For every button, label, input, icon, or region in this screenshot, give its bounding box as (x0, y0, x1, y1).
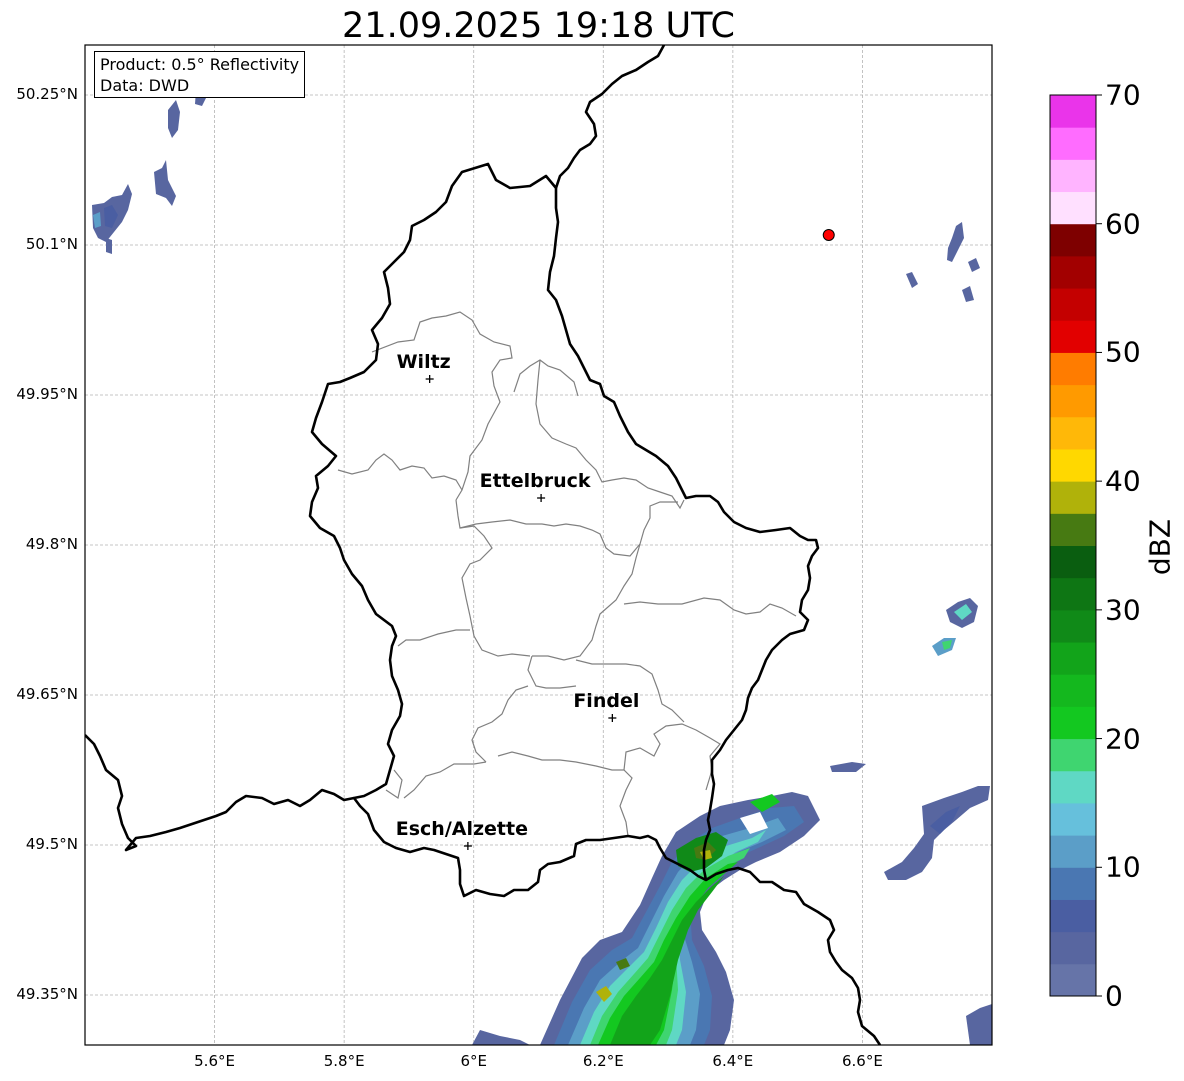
colorbar-ticks (1096, 94, 1102, 997)
colorbar (1050, 95, 1096, 997)
colorbar-tick-label: 50 (1105, 335, 1141, 369)
colorbar-segment (1050, 255, 1096, 289)
colorbar-segment (1050, 159, 1096, 193)
radar-site-marker (822, 229, 835, 241)
lon-tick-label: 6.6°E (842, 1052, 883, 1070)
city-label: Ettelbruck (479, 470, 591, 492)
city-label: Esch/Alzette (395, 818, 528, 840)
colorbar-segment (1050, 706, 1096, 740)
colorbar-label: dBZ (1143, 518, 1177, 576)
product-label: Product: 0.5° Reflectivity (100, 55, 300, 74)
colorbar-tick-label: 20 (1105, 722, 1141, 756)
colorbar-tick-label: 0 (1105, 979, 1123, 1013)
lon-tick-label: 6.2°E (582, 1052, 624, 1070)
colorbar-segment (1050, 577, 1096, 611)
colorbar-segment (1050, 899, 1096, 933)
colorbar-segment (1050, 95, 1096, 128)
lon-tick-label: 6.4°E (712, 1052, 754, 1070)
radar-map (84, 44, 1102, 1046)
data-source-label: Data: DWD (100, 76, 190, 95)
colorbar-segment (1050, 223, 1096, 257)
colorbar-segment (1050, 609, 1096, 643)
colorbar-segment (1050, 835, 1096, 868)
city-label: Wiltz (396, 351, 451, 373)
lat-tick-label: 49.65°N (16, 685, 78, 703)
lon-tick-label: 5.8°E (323, 1052, 365, 1070)
colorbar-segment (1050, 127, 1096, 160)
colorbar-tick-label: 40 (1105, 464, 1141, 498)
colorbar-segment (1050, 191, 1096, 225)
colorbar-segment (1050, 513, 1096, 546)
colorbar-segment (1050, 867, 1096, 900)
colorbar-segment (1050, 320, 1096, 353)
lat-tick-label: 49.5°N (25, 835, 78, 853)
colorbar-tick-label: 70 (1105, 78, 1141, 112)
colorbar-tick-label: 30 (1105, 593, 1141, 627)
colorbar-segment (1050, 481, 1096, 514)
lat-tick-label: 49.8°N (25, 535, 78, 553)
lat-tick-label: 50.1°N (25, 235, 78, 253)
colorbar-segment (1050, 416, 1096, 450)
colorbar-segment (1050, 352, 1096, 386)
lon-tick-label: 6°E (460, 1052, 487, 1070)
colorbar-segment (1050, 738, 1096, 772)
colorbar-segment (1050, 674, 1096, 707)
colorbar-segment (1050, 288, 1096, 321)
lat-tick-label: 50.25°N (16, 85, 78, 103)
colorbar-segment (1050, 642, 1096, 675)
lon-tick-label: 5.6°E (194, 1052, 235, 1070)
colorbar-segment (1050, 931, 1096, 965)
colorbar-tick-label: 10 (1105, 850, 1141, 884)
colorbar-segment (1050, 545, 1096, 579)
colorbar-tick-label: 60 (1105, 207, 1141, 241)
colorbar-segment (1050, 770, 1096, 804)
product-info-box: Product: 0.5° Reflectivity Data: DWD (94, 51, 306, 98)
colorbar-segment (1050, 448, 1096, 482)
city-label: Findel (573, 690, 640, 712)
colorbar-segment (1050, 384, 1096, 418)
lat-tick-label: 49.95°N (16, 385, 78, 403)
lat-tick-label: 49.35°N (16, 985, 78, 1003)
colorbar-segment (1050, 963, 1096, 997)
colorbar-segment (1050, 802, 1096, 836)
